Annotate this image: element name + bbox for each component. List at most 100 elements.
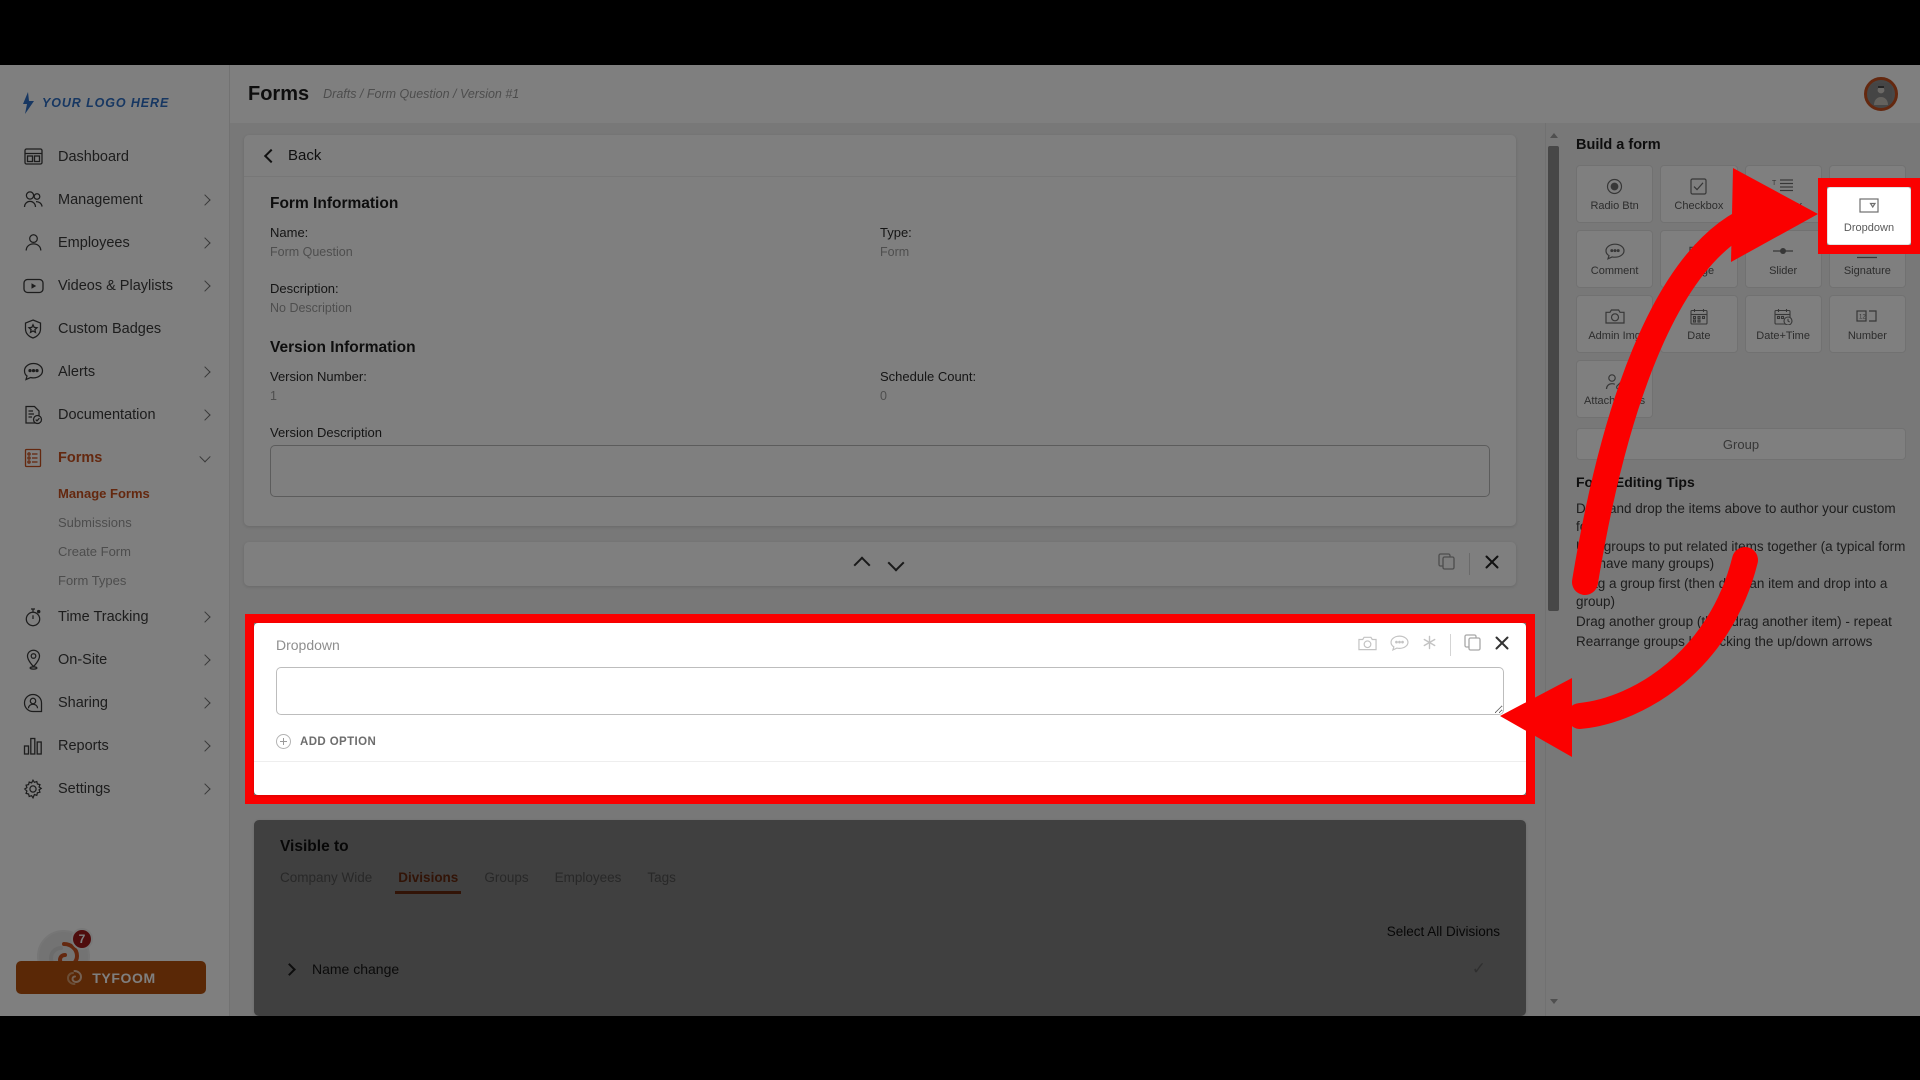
textbox-icon: T <box>1772 176 1794 196</box>
version-description-input[interactable] <box>270 445 1490 497</box>
schedule-count-value: 0 <box>880 389 887 403</box>
sidebar-item-label: Management <box>58 191 143 208</box>
reports-icon <box>22 735 44 757</box>
sidebar-item-label: Videos & Playlists <box>58 277 173 294</box>
add-group-button[interactable]: Group <box>1576 428 1906 460</box>
palette-tile-number[interactable]: 12 Number <box>1828 295 1906 353</box>
sidebar-item-dashboard[interactable]: Dashboard <box>0 135 229 178</box>
palette-tile-label: Attachments <box>1584 395 1646 407</box>
palette-tile-slider[interactable]: Slider <box>1744 230 1822 288</box>
management-icon <box>22 189 44 211</box>
video-icon <box>22 275 44 297</box>
checkbox-icon <box>1690 176 1707 196</box>
svg-text:12: 12 <box>1859 314 1866 320</box>
division-row[interactable]: Name change ✓ <box>280 959 1500 979</box>
scroll-up-arrow-icon[interactable] <box>1550 133 1558 138</box>
page-title: Forms <box>248 82 310 105</box>
palette-tile-date[interactable]: Date <box>1660 295 1738 353</box>
palette-tile-admin-img[interactable]: Admin Img <box>1576 295 1654 353</box>
close-group-icon[interactable] <box>1484 554 1500 575</box>
required-asterisk-icon[interactable] <box>1422 635 1437 655</box>
version-description-label: Version Description <box>270 425 382 440</box>
palette-tile-label: Textbox <box>1764 200 1803 212</box>
group-toolbar-card <box>244 542 1516 586</box>
palette-tile-label: Radio Btn <box>1590 200 1639 212</box>
palette-tile-date-time[interactable]: Date+Time <box>1744 295 1822 353</box>
sidebar-item-alerts[interactable]: Alerts <box>0 350 229 393</box>
tyfoom-swirl-small-icon <box>66 969 83 986</box>
app-logo[interactable]: YOUR LOGO HERE <box>0 65 229 121</box>
calendar-icon <box>1690 306 1708 326</box>
palette-tile-label: Dropdown <box>1843 222 1895 234</box>
palette-tile-checkbox[interactable]: Checkbox <box>1660 165 1738 223</box>
palette-tile-label: Checkbox <box>1674 200 1724 212</box>
scrollbar-thumb[interactable] <box>1548 146 1559 611</box>
question-tools <box>1358 634 1510 656</box>
field-type: Type: Form <box>880 225 1490 259</box>
main-scrollbar[interactable] <box>1545 123 1560 1016</box>
palette-tile-label: Number <box>1847 330 1887 342</box>
sidebar-item-settings[interactable]: Settings <box>0 767 229 810</box>
field-name: Name: Form Question <box>270 225 880 259</box>
move-group-down-button[interactable] <box>887 554 906 572</box>
select-all-divisions-button[interactable]: Select All Divisions <box>280 924 1500 939</box>
sidebar-subitem-manage-forms[interactable]: Manage Forms <box>0 479 229 508</box>
sidebar-item-sharing[interactable]: Sharing <box>0 681 229 724</box>
tab-employees[interactable]: Employees <box>555 870 622 894</box>
tab-company-wide[interactable]: Company Wide <box>280 870 372 894</box>
chevron-right-icon[interactable] <box>283 962 296 976</box>
name-label: Name: <box>270 225 309 240</box>
move-group-up-button[interactable] <box>853 556 872 574</box>
tyfoom-footer-button[interactable]: TYFOOM <box>16 961 206 994</box>
palette-tile-comment[interactable]: Comment <box>1576 230 1654 288</box>
sidebar-item-on-site[interactable]: On-Site <box>0 638 229 681</box>
close-icon[interactable] <box>1494 635 1510 656</box>
palette-tile-textbox[interactable]: T Textbox <box>1744 165 1822 223</box>
dropdown-icon <box>1859 198 1879 218</box>
scroll-down-arrow-icon[interactable] <box>1550 999 1558 1004</box>
sidebar-subitem-submissions[interactable]: Submissions <box>0 508 229 537</box>
back-button[interactable]: Back <box>244 135 1516 177</box>
sidebar-item-management[interactable]: Management <box>0 178 229 221</box>
division-check-icon[interactable]: ✓ <box>1472 959 1486 979</box>
duplicate-group-icon[interactable] <box>1438 553 1455 575</box>
sidebar-subitem-create-form[interactable]: Create Form <box>0 537 229 566</box>
sidebar-item-documentation[interactable]: Documentation <box>0 393 229 436</box>
tab-groups[interactable]: Groups <box>484 870 528 894</box>
sidebar-subitem-label: Create Form <box>58 544 131 559</box>
tyfoom-notification-badge[interactable]: 7 <box>71 928 93 950</box>
dropdown-question-body: ADD OPTION <box>254 667 1526 749</box>
sidebar-item-employees[interactable]: Employees <box>0 221 229 264</box>
palette-tile-attachments[interactable]: Attachments <box>1576 360 1654 418</box>
sidebar-subitem-label: Manage Forms <box>58 486 150 501</box>
comment-icon[interactable] <box>1390 635 1409 656</box>
logo-text: YOUR LOGO HERE <box>42 96 170 110</box>
sidebar-item-custom-badges[interactable]: Custom Badges <box>0 307 229 350</box>
form-editing-tip: Drag and drop the items above to author … <box>1576 501 1896 534</box>
form-info-body: Form Information Name: Form Question Typ… <box>244 177 1516 526</box>
palette-tile-radio-btn[interactable]: Radio Btn <box>1576 165 1654 223</box>
chevron-right-icon <box>199 782 211 795</box>
sidebar-item-time-tracking[interactable]: Time Tracking <box>0 595 229 638</box>
add-option-button[interactable]: ADD OPTION <box>276 734 1504 749</box>
tab-tags[interactable]: Tags <box>647 870 676 894</box>
user-avatar[interactable] <box>1864 77 1898 111</box>
calendar-clock-icon <box>1774 306 1793 326</box>
timer-icon <box>22 606 44 628</box>
type-value: Form <box>880 245 910 259</box>
divider <box>1469 553 1470 575</box>
palette-tile-dropdown-highlighted[interactable]: Dropdown <box>1827 187 1911 245</box>
camera-icon[interactable] <box>1358 635 1377 656</box>
field-schedule-count: Schedule Count: 0 <box>880 369 1490 403</box>
duplicate-icon[interactable] <box>1464 634 1481 656</box>
group-toolbar <box>244 542 1516 586</box>
sidebar-subitem-form-types[interactable]: Form Types <box>0 566 229 595</box>
palette-tile-label: Comment <box>1590 265 1639 277</box>
dropdown-question-input[interactable] <box>276 667 1504 715</box>
palette-tile-image[interactable]: Image <box>1660 230 1738 288</box>
sidebar-item-reports[interactable]: Reports <box>0 724 229 767</box>
tyfoom-footer-label: TYFOOM <box>92 969 156 986</box>
sidebar-item-forms[interactable]: Forms <box>0 436 229 479</box>
sidebar-item-videos-playlists[interactable]: Videos & Playlists <box>0 264 229 307</box>
tab-divisions[interactable]: Divisions <box>395 870 462 894</box>
